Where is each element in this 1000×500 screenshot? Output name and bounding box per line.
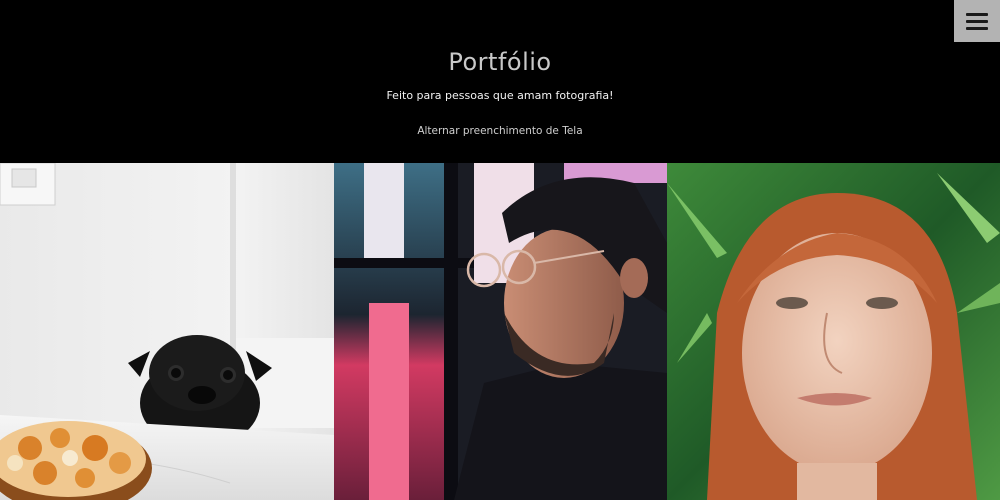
gallery-photo-man[interactable] bbox=[334, 163, 667, 500]
hamburger-menu-icon-bar bbox=[966, 26, 988, 30]
page-header: Portfólio Feito para pessoas que amam fo… bbox=[0, 0, 1000, 163]
man-photo-image bbox=[334, 163, 667, 500]
hamburger-menu-icon-bar bbox=[966, 19, 988, 23]
page-subtitle: Feito para pessoas que amam fotografia! bbox=[386, 89, 614, 102]
photo-gallery bbox=[0, 163, 1000, 500]
gallery-photo-woman[interactable] bbox=[667, 163, 1000, 500]
woman-photo-image bbox=[667, 163, 1000, 500]
pug-photo-image bbox=[0, 163, 334, 500]
page-title: Portfólio bbox=[448, 48, 552, 76]
hamburger-menu-icon bbox=[966, 12, 988, 16]
menu-button[interactable] bbox=[954, 0, 1000, 42]
toggle-fullscreen-link[interactable]: Alternar preenchimento de Tela bbox=[0, 125, 1000, 137]
gallery-photo-pug[interactable] bbox=[0, 163, 334, 500]
